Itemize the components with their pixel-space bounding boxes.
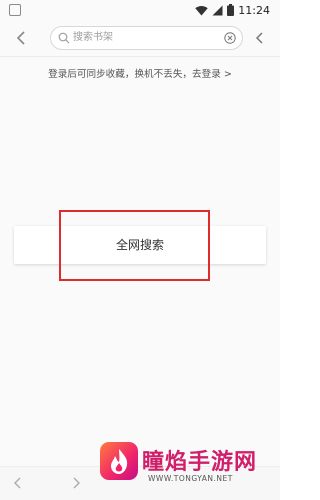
- global-search-button[interactable]: 全网搜索: [14, 226, 266, 264]
- search-placeholder: 搜索书架: [73, 32, 113, 43]
- signal-icon: [212, 5, 223, 15]
- chevron-left-icon[interactable]: [14, 30, 30, 46]
- search-icon: [58, 32, 70, 44]
- notification-icon: [9, 4, 21, 16]
- battery-icon: [227, 4, 235, 16]
- status-icons: 11:24: [195, 2, 270, 18]
- chevron-left-icon[interactable]: [12, 477, 24, 489]
- chevron-left-icon[interactable]: [253, 31, 267, 45]
- screen: 11:24 搜索书架 登录后可同步收藏，换机不丢失，去登录 > 全网搜索 瞳焰手…: [0, 0, 280, 500]
- clear-icon[interactable]: [224, 32, 236, 44]
- watermark-logo: [100, 442, 138, 480]
- login-hint-link[interactable]: 登录后可同步收藏，换机不丢失，去登录 >: [0, 66, 280, 80]
- status-time: 11:24: [238, 3, 270, 17]
- chevron-right-icon[interactable]: [70, 477, 82, 489]
- flame-icon: [111, 449, 128, 474]
- header-divider: [0, 56, 280, 57]
- search-input[interactable]: 搜索书架: [50, 26, 243, 50]
- watermark-title: 瞳焰手游网: [142, 450, 258, 475]
- wifi-icon: [195, 5, 208, 15]
- status-bar: 11:24: [0, 0, 280, 20]
- header: 搜索书架: [0, 20, 280, 56]
- watermark-url: WWW.TONGYAN.NET: [148, 474, 233, 483]
